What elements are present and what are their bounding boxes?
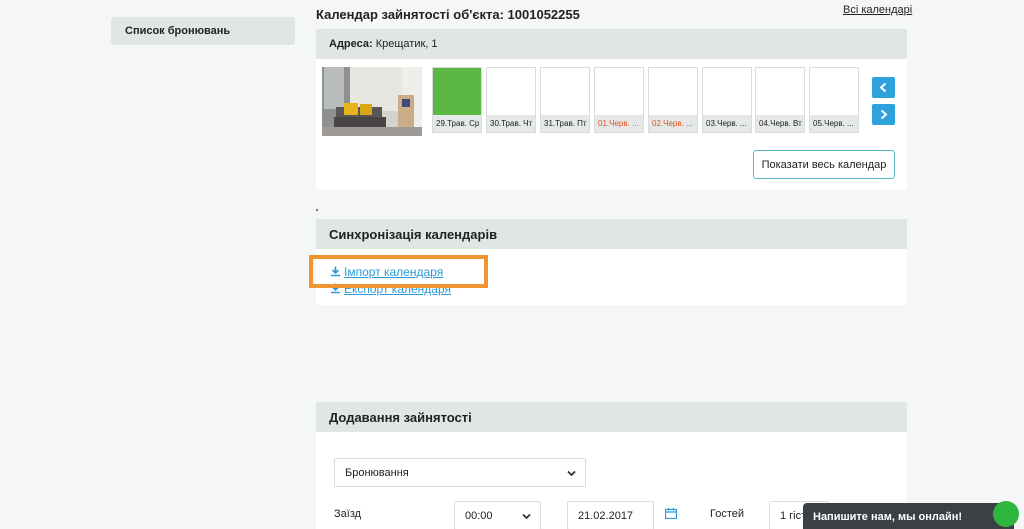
add-occupancy-title: Додавання зайнятості (329, 410, 472, 425)
highlight-box (309, 255, 488, 288)
show-full-calendar-button[interactable]: Показати весь календар (753, 150, 895, 179)
address-bar: Адреса: Крещатик, 1 (316, 29, 907, 59)
calendar-day[interactable]: 29.Трав. Ср (432, 67, 482, 133)
day-label: 01.Черв. ... (595, 115, 643, 132)
day-label: 02.Черв. ... (649, 115, 697, 132)
chat-widget-button[interactable]: Напишите нам, мы онлайн! (803, 503, 1014, 529)
checkin-label: Заїзд (334, 508, 362, 520)
checkin-time-select[interactable]: 00:00 (454, 501, 541, 529)
next-days-button[interactable] (872, 104, 895, 125)
checkin-date-field[interactable]: 21.02.2017 (567, 501, 654, 529)
calendar-day[interactable]: 31.Трав. Пт (540, 67, 590, 133)
calendar-day[interactable]: 04.Черв. Вт (755, 67, 805, 133)
calendar-day[interactable]: 01.Черв. ... (594, 67, 644, 133)
guests-label: Гостей (710, 508, 745, 520)
sync-title: Синхронізація календарів (329, 227, 498, 242)
add-occupancy-header: Додавання зайнятості (316, 402, 907, 432)
chat-label: Напишите нам, мы онлайн! (813, 511, 963, 523)
address-value: Крещатик, 1 (375, 38, 438, 50)
page-title: Календар зайнятості об'єкта: 1001052255 (316, 7, 580, 22)
calendar-card: Адреса: Крещатик, 1 29.Трав. Ср 30.Трав.… (316, 29, 907, 190)
calendar-day[interactable]: 05.Черв. ... (809, 67, 859, 133)
chevron-right-icon (880, 109, 888, 120)
sync-header: Синхронізація календарів (316, 219, 907, 249)
day-label: 05.Черв. ... (810, 115, 858, 132)
day-label: 30.Трав. Чт (487, 115, 535, 132)
address-label: Адреса: (329, 38, 373, 50)
calendar-icon[interactable] (665, 508, 677, 519)
chat-status-indicator (993, 501, 1019, 527)
occupancy-type-value: Бронювання (345, 467, 409, 479)
all-calendars-link[interactable]: Всі календарі (843, 4, 912, 16)
chevron-left-icon (879, 82, 887, 93)
calendar-day[interactable]: 03.Черв. ... (702, 67, 752, 133)
day-label: 31.Трав. Пт (541, 115, 589, 132)
prev-days-button[interactable] (872, 77, 895, 98)
chevron-down-icon (522, 513, 531, 520)
occupancy-type-select[interactable]: Бронювання (334, 458, 586, 487)
day-label: 29.Трав. Ср (433, 115, 481, 132)
chevron-down-icon (567, 470, 576, 477)
checkin-date-value: 21.02.2017 (578, 510, 634, 522)
calendar-day[interactable]: 02.Черв. ... (648, 67, 698, 133)
day-label: 03.Черв. ... (703, 115, 751, 132)
checkin-time-value: 00:00 (465, 510, 493, 522)
divider-dot (316, 209, 318, 211)
property-photo[interactable] (322, 67, 422, 136)
sidebar-item-bookings[interactable]: Список бронювань (111, 17, 295, 45)
day-label: 04.Черв. Вт (756, 115, 804, 132)
day-status-busy (433, 68, 481, 116)
calendar-day[interactable]: 30.Трав. Чт (486, 67, 536, 133)
